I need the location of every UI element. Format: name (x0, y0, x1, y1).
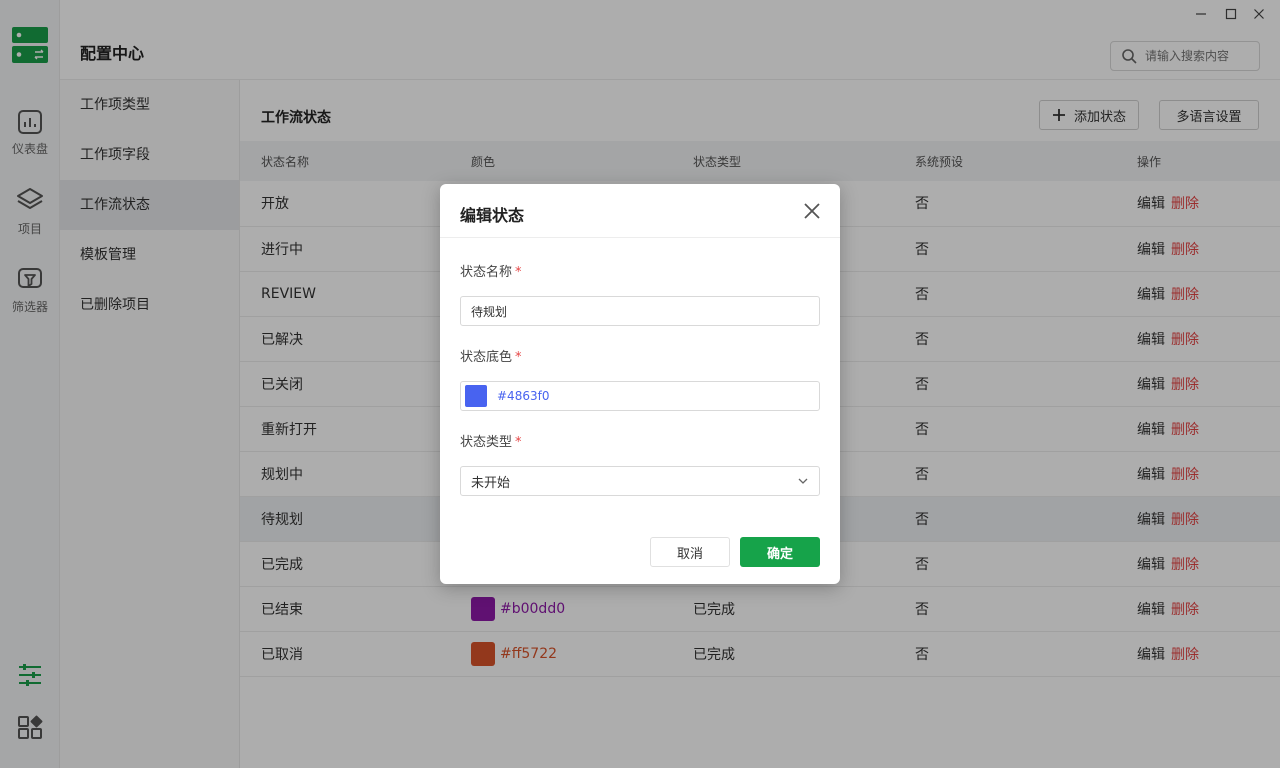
required-mark: * (515, 435, 522, 450)
state-name-input[interactable] (471, 304, 791, 318)
close-icon[interactable] (802, 201, 822, 221)
state-name-label: 状态名称 * (460, 261, 522, 280)
state-type-label: 状态类型 * (460, 431, 522, 450)
color-hex-value: #4863f0 (497, 389, 550, 403)
state-color-label-text: 状态底色 (460, 350, 513, 365)
state-color-label: 状态底色 * (460, 346, 522, 365)
color-picker-swatch[interactable] (465, 385, 487, 407)
state-name-field[interactable] (460, 296, 820, 326)
confirm-button[interactable]: 确定 (740, 537, 820, 567)
edit-state-dialog: 编辑状态 状态名称* 状态底色* #4863f0 状态类型* 未开始 取消 确定 (440, 184, 840, 584)
cancel-button[interactable]: 取消 (650, 537, 730, 567)
required-mark: * (515, 265, 522, 280)
state-name-label-text: 状态名称 (460, 265, 513, 280)
dialog-divider (440, 237, 840, 238)
state-color-field[interactable]: #4863f0 (460, 381, 820, 411)
chevron-down-icon (798, 478, 808, 484)
state-type-select[interactable]: 未开始 (460, 466, 820, 496)
state-type-label-text: 状态类型 (460, 435, 513, 450)
dialog-title: 编辑状态 (460, 206, 525, 225)
required-mark: * (515, 350, 522, 365)
state-type-value: 未开始 (471, 475, 511, 491)
